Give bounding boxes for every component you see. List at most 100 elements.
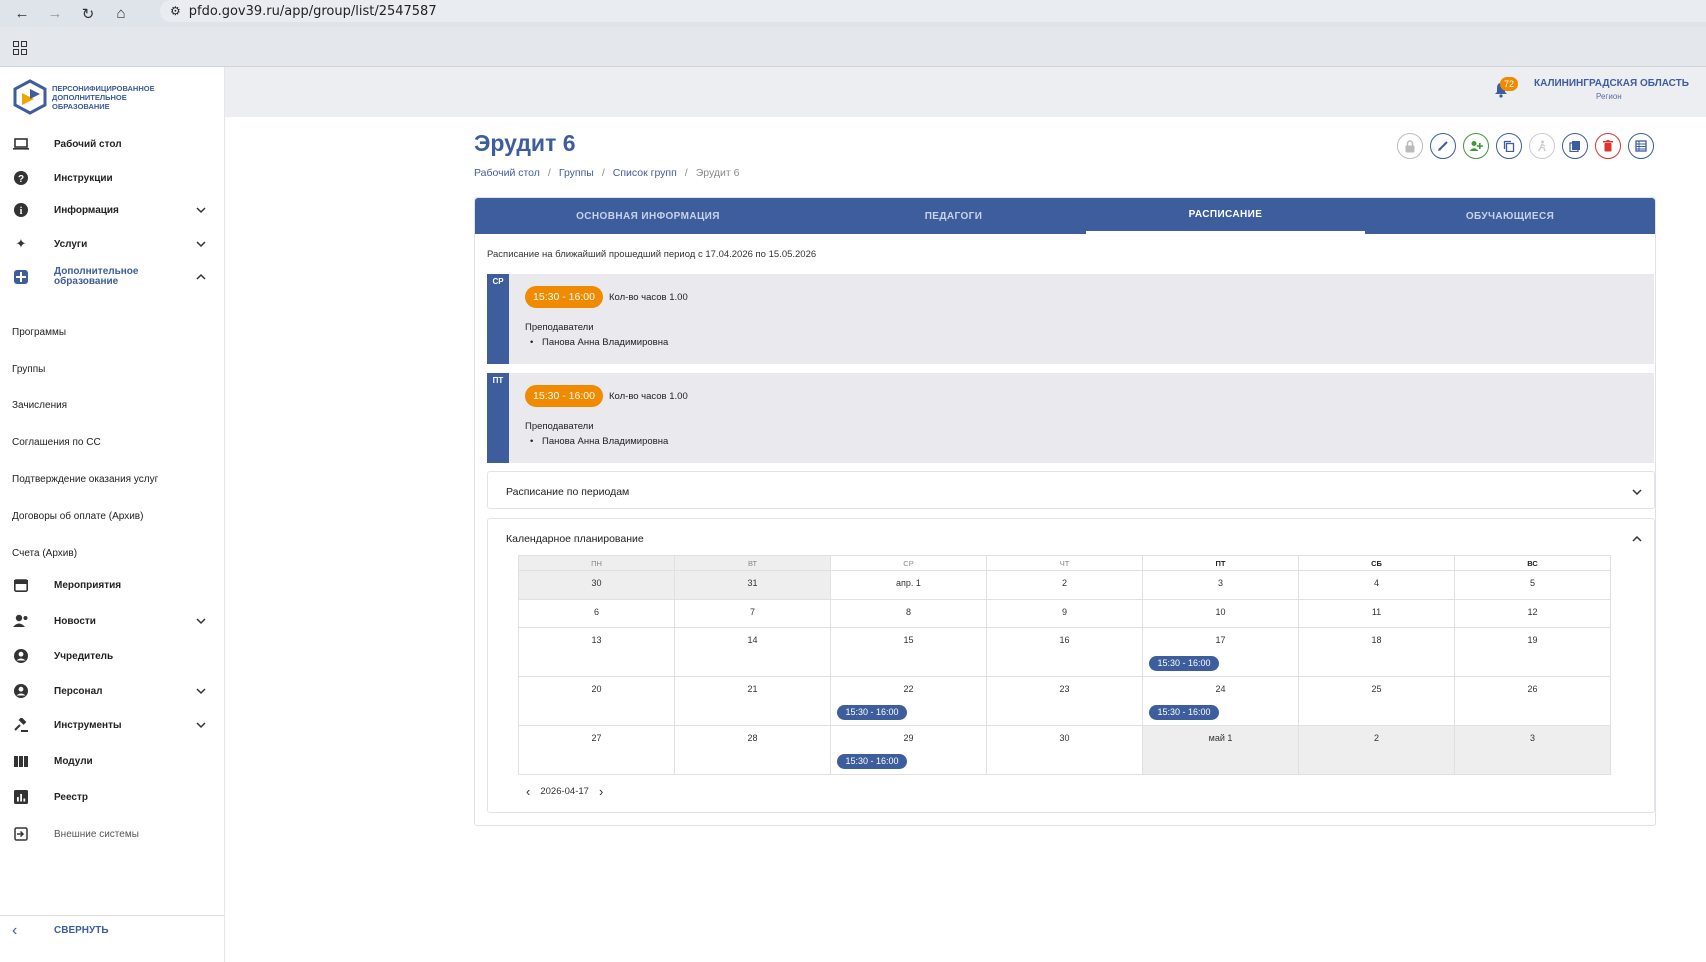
sub-item-service-confirmation[interactable]: Подтверждение оказания услуг <box>12 474 158 485</box>
sidebar-item-external-systems[interactable]: Внешние системы <box>0 821 225 847</box>
expel-button[interactable] <box>1529 133 1555 159</box>
calendar-grid: пн вт ср чт пт сб вс 30 31 апр. 1 2 3 4 <box>518 555 1611 775</box>
sidebar-item-news[interactable]: Новости <box>0 608 225 634</box>
sub-item-agreements[interactable]: Соглашения по СС <box>12 437 101 448</box>
chevron-up-icon[interactable] <box>1631 533 1643 545</box>
sub-item-enrollments[interactable]: Зачисления <box>12 400 67 411</box>
sub-item-programs[interactable]: Программы <box>12 327 66 338</box>
breadcrumb-group-list[interactable]: Список групп <box>613 167 677 179</box>
breadcrumb-groups[interactable]: Группы <box>559 167 594 179</box>
calendar-day[interactable]: 3 <box>1454 725 1611 775</box>
collapse-sidebar-button[interactable]: ‹ СВЕРНУТЬ <box>0 915 225 945</box>
sidebar-item-label: Реестр <box>54 791 88 803</box>
calendar-day[interactable]: 8 <box>830 599 987 628</box>
sidebar-item-additional-education[interactable]: Дополнительное образование <box>0 264 225 290</box>
calendar-day[interactable]: 26 <box>1454 676 1611 726</box>
calendar-day[interactable]: 5 <box>1454 570 1611 600</box>
calendar-day[interactable]: 2 <box>1298 725 1455 775</box>
tab-students[interactable]: ОБУЧАЮЩИЕСЯ <box>1365 198 1655 234</box>
calendar-day[interactable]: 27 <box>518 725 675 775</box>
forward-icon[interactable]: → <box>44 3 66 25</box>
sub-item-groups[interactable]: Группы <box>12 364 45 375</box>
back-icon[interactable]: ← <box>11 3 33 25</box>
calendar-day[interactable]: 12 <box>1454 599 1611 628</box>
sub-item-invoices[interactable]: Счета (Архив) <box>12 548 77 559</box>
sidebar-item-modules[interactable]: Модули <box>0 748 225 774</box>
day-number: 24 <box>1215 684 1226 694</box>
tab-schedule[interactable]: РАСПИСАНИЕ <box>1086 198 1365 234</box>
sidebar-item-desktop[interactable]: Рабочий стол <box>0 131 225 157</box>
tab-main-info[interactable]: ОСНОВНАЯ ИНФОРМАЦИЯ <box>475 198 821 234</box>
edit-button[interactable] <box>1430 133 1456 159</box>
sidebar-item-registry[interactable]: Реестр <box>0 784 225 810</box>
calendar-day[interactable]: 9 <box>986 599 1143 628</box>
calendar-day-with-event[interactable]: 29 15:30 - 16:00 <box>830 725 987 775</box>
reload-icon[interactable]: ↻ <box>77 3 99 25</box>
calendar-day[interactable]: 31 <box>674 570 831 600</box>
calendar-day[interactable]: 13 <box>518 627 675 677</box>
calendar-day-with-event[interactable]: 22 15:30 - 16:00 <box>830 676 987 726</box>
calendar-day[interactable]: 6 <box>518 599 675 628</box>
calendar-day[interactable]: май 1 <box>1142 725 1299 775</box>
add-student-button[interactable] <box>1463 133 1489 159</box>
calendar-event[interactable]: 15:30 - 16:00 <box>837 705 907 720</box>
sidebar: ПЕРСОНИФИЦИРОВАННОЕ ДОПОЛНИТЕЛЬНОЕ ОБРАЗ… <box>0 67 225 962</box>
calendar-day[interactable]: 2 <box>986 570 1143 600</box>
calendar-day[interactable]: 25 <box>1298 676 1455 726</box>
calendar-day[interactable]: 30 <box>518 570 675 600</box>
calendar-day[interactable]: 3 <box>1142 570 1299 600</box>
site-settings-icon[interactable]: ⚙ <box>170 4 181 18</box>
sidebar-item-information[interactable]: i Информация <box>0 197 225 223</box>
journal-button[interactable] <box>1628 133 1654 159</box>
chevron-right-icon[interactable]: › <box>599 784 603 799</box>
breadcrumb-separator: / <box>547 167 551 179</box>
logo[interactable]: ПЕРСОНИФИЦИРОВАННОЕ ДОПОЛНИТЕЛЬНОЕ ОБРАЗ… <box>12 79 172 115</box>
accordion-title[interactable]: Календарное планирование <box>506 533 644 545</box>
calendar-day[interactable]: 19 <box>1454 627 1611 677</box>
calendar-day[interactable]: 11 <box>1298 599 1455 628</box>
calendar-day[interactable]: 15 <box>830 627 987 677</box>
calendar-day[interactable]: 18 <box>1298 627 1455 677</box>
address-bar[interactable]: ⚙ pfdo.gov39.ru/app/group/list/2547587 <box>160 0 1706 22</box>
calendar-day-with-event[interactable]: 17 15:30 - 16:00 <box>1142 627 1299 677</box>
breadcrumb-desktop[interactable]: Рабочий стол <box>474 167 540 179</box>
home-icon[interactable]: ⌂ <box>110 3 132 25</box>
calendar-event[interactable]: 15:30 - 16:00 <box>837 754 907 769</box>
chevron-down-icon <box>1632 489 1642 496</box>
region-name[interactable]: КАЛИНИНГРАДСКАЯ ОБЛАСТЬ <box>1534 78 1689 89</box>
sidebar-item-label: Новости <box>54 615 96 627</box>
sidebar-item-instructions[interactable]: ? Инструкции <box>0 165 225 191</box>
accordion-schedule-by-periods[interactable]: Расписание по периодам <box>487 471 1655 509</box>
sidebar-item-staff[interactable]: Персонал <box>0 678 225 704</box>
sub-item-payment-contracts[interactable]: Договоры об оплате (Архив) <box>12 511 143 522</box>
calendar-day-with-event[interactable]: 24 15:30 - 16:00 <box>1142 676 1299 726</box>
calendar-day[interactable]: 16 <box>986 627 1143 677</box>
sidebar-item-label: Информация <box>54 204 119 216</box>
calendar-day[interactable]: 10 <box>1142 599 1299 628</box>
documents-button[interactable] <box>1562 133 1588 159</box>
lock-button[interactable] <box>1397 133 1423 159</box>
sidebar-item-events[interactable]: Мероприятия <box>0 572 225 598</box>
calendar-day[interactable]: 20 <box>518 676 675 726</box>
calendar-day[interactable]: 30 <box>986 725 1143 775</box>
sidebar-item-founder[interactable]: Учредитель <box>0 643 225 669</box>
calendar-day[interactable]: 28 <box>674 725 831 775</box>
copy-button[interactable] <box>1496 133 1522 159</box>
calendar-day[interactable]: 7 <box>674 599 831 628</box>
sidebar-item-tools[interactable]: Инструменты <box>0 712 225 738</box>
chevron-up-icon <box>196 273 206 280</box>
tab-teachers[interactable]: ПЕДАГОГИ <box>821 198 1086 234</box>
sidebar-item-services[interactable]: ✦ Услуги <box>0 231 225 257</box>
calendar-day[interactable]: 23 <box>986 676 1143 726</box>
calendar-day[interactable]: 14 <box>674 627 831 677</box>
calendar-event[interactable]: 15:30 - 16:00 <box>1149 705 1219 720</box>
chevron-left-icon[interactable]: ‹ <box>526 784 530 799</box>
apps-grid-icon[interactable] <box>13 41 27 55</box>
calendar-day[interactable]: 4 <box>1298 570 1455 600</box>
person-icon <box>12 647 30 665</box>
calendar-navigation: ‹ 2026-04-17 › <box>526 784 603 799</box>
delete-button[interactable] <box>1595 133 1621 159</box>
calendar-event[interactable]: 15:30 - 16:00 <box>1149 656 1219 671</box>
calendar-day[interactable]: 21 <box>674 676 831 726</box>
calendar-day[interactable]: апр. 1 <box>830 570 987 600</box>
